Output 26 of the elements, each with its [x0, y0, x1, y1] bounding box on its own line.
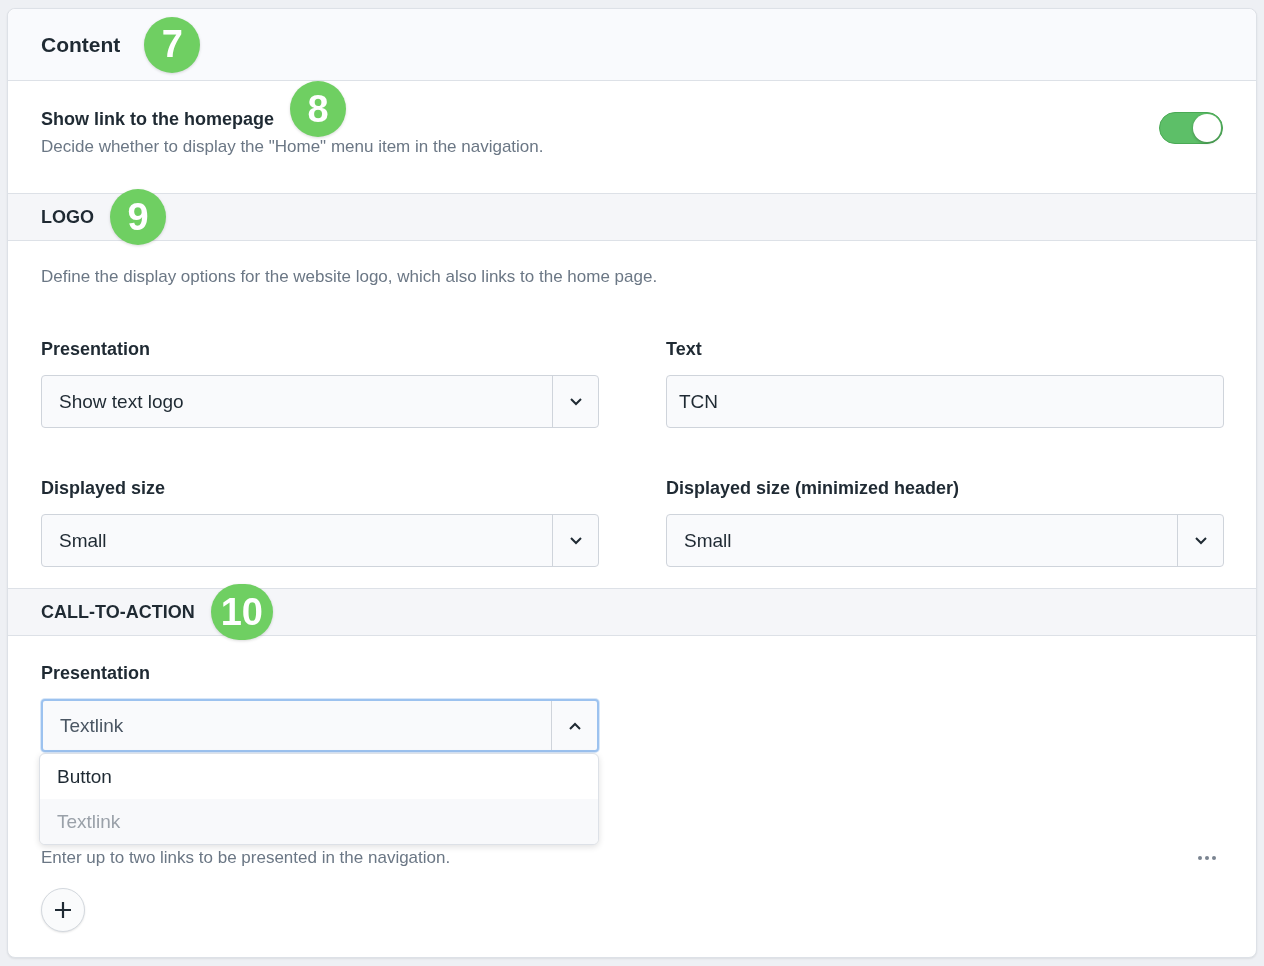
caret-icon	[569, 536, 582, 545]
section-description: Define the display options for the website logo, which also links to the home page.	[41, 267, 659, 287]
select-field[interactable]: Small	[41, 514, 599, 567]
step-marker: 7	[144, 16, 201, 73]
text-input[interactable]: TCN	[666, 375, 1224, 428]
step-marker: 10	[210, 584, 273, 640]
toggle-switch[interactable]	[1159, 112, 1223, 144]
caret-icon	[1194, 536, 1207, 545]
field-label: Displayed size	[41, 478, 167, 498]
select-field[interactable]: Show text logo	[41, 375, 599, 428]
setting-description: Decide whether to display the "Home" menu item in the navigation.	[41, 137, 544, 157]
select-field[interactable]: Small	[666, 514, 1224, 567]
plus-icon	[54, 901, 72, 919]
caret-icon	[568, 721, 581, 730]
section-description: Enter up to two links to be presented in the navigation.	[41, 848, 451, 868]
step-marker: 9	[110, 189, 166, 245]
field-label: Presentation	[41, 339, 152, 359]
dropdown-option[interactable]: Button	[40, 754, 598, 799]
field-label: Presentation	[41, 663, 152, 683]
field-label: Displayed size (minimized header)	[666, 478, 961, 498]
field-label: Text	[666, 339, 703, 359]
select-field[interactable]: Textlink	[41, 699, 599, 752]
caret-icon	[569, 397, 582, 406]
add-button[interactable]	[41, 888, 85, 932]
step-marker: 8	[290, 81, 346, 137]
more-icon	[1198, 856, 1216, 860]
